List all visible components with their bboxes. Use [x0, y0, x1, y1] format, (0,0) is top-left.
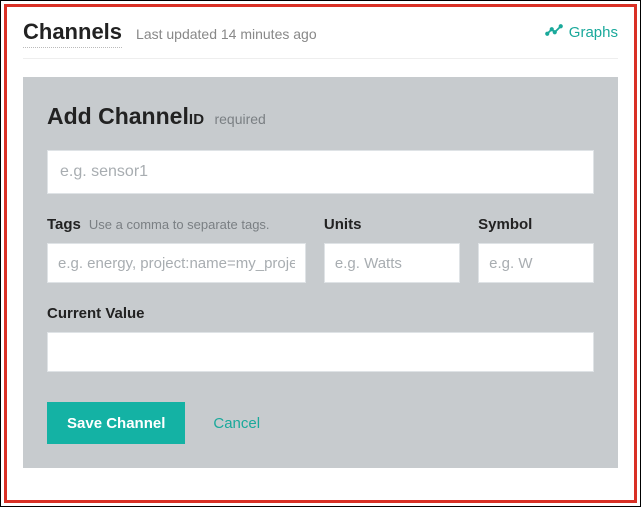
- tags-field: Tags Use a comma to separate tags.: [47, 216, 306, 283]
- current-value-label: Current Value: [47, 305, 594, 322]
- units-input[interactable]: [324, 243, 460, 283]
- page-header: Channels Last updated 14 minutes ago Gra…: [23, 19, 618, 59]
- window-frame: Channels Last updated 14 minutes ago Gra…: [0, 0, 641, 507]
- graph-icon: [545, 21, 563, 43]
- form-heading-required: required: [214, 111, 265, 127]
- cancel-button[interactable]: Cancel: [213, 415, 260, 432]
- highlight-frame: Channels Last updated 14 minutes ago Gra…: [4, 4, 637, 503]
- field-row: Tags Use a comma to separate tags. Units…: [47, 216, 594, 283]
- tags-hint: Use a comma to separate tags.: [89, 217, 270, 232]
- form-heading: Add ChannelID required: [47, 103, 594, 130]
- units-label: Units: [324, 216, 362, 233]
- current-value-input[interactable]: [47, 332, 594, 372]
- symbol-label: Symbol: [478, 216, 532, 233]
- tags-label: Tags: [47, 216, 81, 233]
- page-title: Channels: [23, 19, 122, 48]
- last-updated-text: Last updated 14 minutes ago: [136, 26, 317, 42]
- symbol-input[interactable]: [478, 243, 594, 283]
- form-heading-main: Add Channel: [47, 103, 189, 129]
- channel-id-input[interactable]: [47, 150, 594, 194]
- units-field: Units: [324, 216, 460, 283]
- header-left: Channels Last updated 14 minutes ago: [23, 19, 317, 48]
- current-value-field: Current Value: [47, 305, 594, 372]
- graphs-link[interactable]: Graphs: [545, 21, 618, 43]
- form-actions: Save Channel Cancel: [47, 402, 594, 444]
- graphs-link-label: Graphs: [569, 24, 618, 41]
- tags-input[interactable]: [47, 243, 306, 283]
- save-channel-button[interactable]: Save Channel: [47, 402, 185, 444]
- symbol-field: Symbol: [478, 216, 594, 283]
- add-channel-form: Add ChannelID required Tags Use a comma …: [23, 77, 618, 468]
- form-heading-id: ID: [189, 111, 205, 128]
